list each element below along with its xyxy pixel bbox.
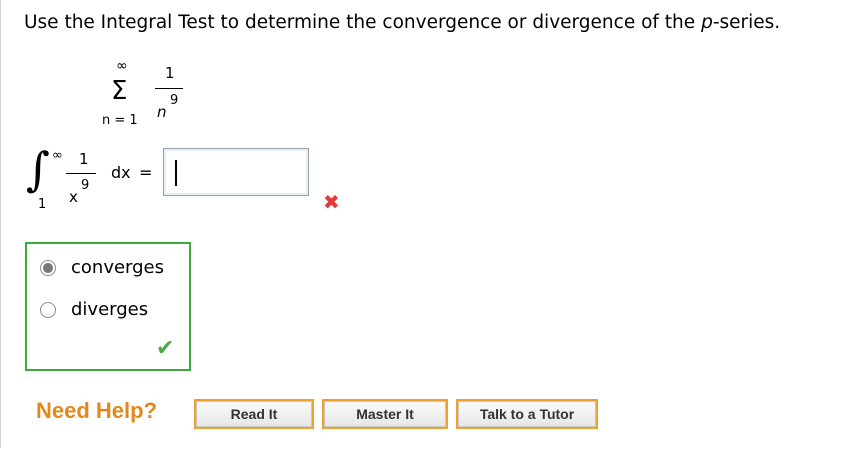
integral-differential: dx xyxy=(111,163,131,182)
integral-lower-limit: 1 xyxy=(38,197,47,212)
series-lower-limit: n = 1 xyxy=(102,113,138,128)
question-text: Use the Integral Test to determine the c… xyxy=(24,12,781,33)
choice-label-converges[interactable]: converges xyxy=(71,257,164,278)
integral-answer-input[interactable] xyxy=(163,148,309,196)
text-caret xyxy=(175,160,177,186)
talk-to-tutor-button[interactable]: Talk to a Tutor xyxy=(456,399,598,429)
series-denominator-var: n xyxy=(157,103,167,121)
series-sigma: Σ xyxy=(111,76,128,106)
series-exponent: 9 xyxy=(170,93,179,108)
integral-exponent: 9 xyxy=(81,178,90,193)
choice-label-diverges[interactable]: diverges xyxy=(71,299,148,320)
master-it-button[interactable]: Master It xyxy=(322,399,448,429)
integral-sign: ∫ xyxy=(26,142,50,196)
correct-checkmark-icon: ✔ xyxy=(156,336,175,361)
integral-denominator-var: x xyxy=(69,188,78,206)
read-it-button[interactable]: Read It xyxy=(194,399,314,429)
incorrect-x-icon: ✖ xyxy=(323,190,340,214)
integral-numerator: 1 xyxy=(79,150,89,168)
series-numerator: 1 xyxy=(165,64,175,82)
series-fraction-bar xyxy=(155,88,183,89)
series-upper-limit: ∞ xyxy=(116,58,128,74)
need-help-heading: Need Help? xyxy=(36,398,158,423)
equals-sign: = xyxy=(139,163,153,182)
integral-upper-limit: ∞ xyxy=(52,148,63,163)
radio-converges[interactable] xyxy=(40,260,56,276)
radio-diverges[interactable] xyxy=(40,302,56,318)
integral-fraction-bar xyxy=(66,173,96,174)
